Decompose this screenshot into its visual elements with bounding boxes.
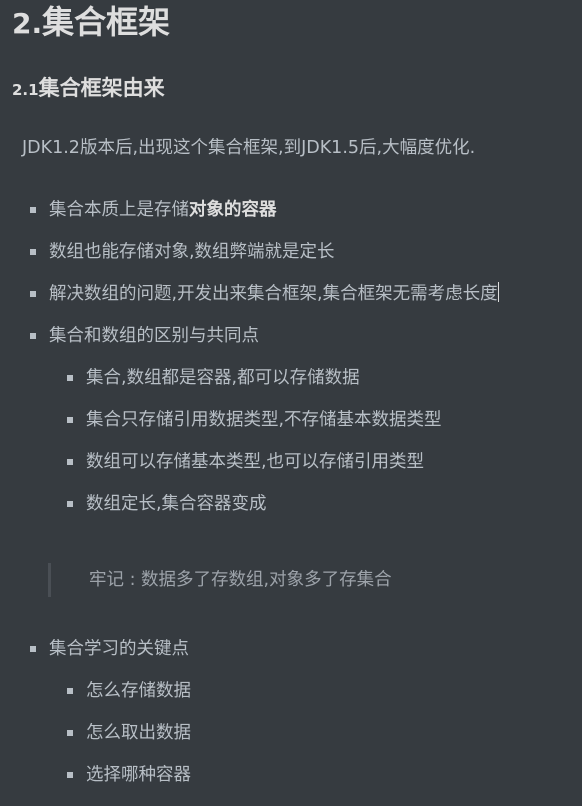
heading-2-1: 2.1集合框架由来 bbox=[12, 74, 165, 104]
sub-list-item: 选择哪种容器 bbox=[67, 762, 191, 788]
list-item-text: 集合学习的关键点 bbox=[49, 639, 189, 659]
bullet-icon bbox=[30, 249, 36, 255]
list-item: 集合和数组的区别与共同点 bbox=[30, 323, 259, 349]
sub-list-item-text: 怎么取出数据 bbox=[86, 723, 191, 743]
subheading-number: 2.1 bbox=[12, 81, 39, 99]
bullet-icon bbox=[30, 291, 36, 297]
list-item: 数组也能存储对象,数组弊端就是定长 bbox=[30, 239, 335, 265]
blockquote-bar bbox=[48, 563, 51, 597]
sub-list-item-text: 怎么存储数据 bbox=[86, 681, 191, 701]
sub-list-item-text: 数组定长,集合容器变成 bbox=[86, 494, 267, 514]
sub-list-item: 怎么存储数据 bbox=[67, 678, 191, 704]
bullet-icon bbox=[67, 501, 73, 507]
bullet-icon bbox=[30, 333, 36, 339]
bullet-icon bbox=[30, 646, 36, 652]
sub-list-item: 数组定长,集合容器变成 bbox=[67, 491, 267, 517]
sub-list-item: 数组可以存储基本类型,也可以存储引用类型 bbox=[67, 449, 425, 475]
bullet-icon bbox=[67, 688, 73, 694]
list-item-text: 解决数组的问题,开发出来集合框架,集合框架无需考虑长度 bbox=[49, 284, 498, 304]
bullet-icon bbox=[67, 417, 73, 423]
text-cursor bbox=[497, 282, 499, 302]
sub-list-item-text: 选择哪种容器 bbox=[86, 765, 191, 785]
sub-list-item-text: 集合只存储引用数据类型,不存储基本数据类型 bbox=[86, 410, 442, 430]
sub-list-item-text: 集合,数组都是容器,都可以存储数据 bbox=[86, 368, 360, 388]
heading-title: 集合框架 bbox=[42, 3, 171, 41]
heading-2: 2.集合框架 bbox=[12, 2, 170, 42]
bullet-icon bbox=[67, 730, 73, 736]
bullet-icon bbox=[67, 772, 73, 778]
list-item: 集合学习的关键点 bbox=[30, 636, 189, 662]
list-item-text: 集合本质上是存储 bbox=[49, 200, 189, 220]
bullet-icon bbox=[30, 207, 36, 213]
blockquote: 牢记 : 数据多了存数组,对象多了存集合 bbox=[89, 570, 392, 590]
sub-list-item: 集合只存储引用数据类型,不存储基本数据类型 bbox=[67, 407, 442, 433]
intro-paragraph: JDK1.2版本后,出现这个集合框架,到JDK1.5后,大幅度优化. bbox=[22, 138, 476, 158]
list-item-text: 数组也能存储对象,数组弊端就是定长 bbox=[49, 242, 335, 262]
sub-list-item: 集合,数组都是容器,都可以存储数据 bbox=[67, 365, 360, 391]
bullet-icon bbox=[67, 459, 73, 465]
subheading-title: 集合框架由来 bbox=[38, 76, 165, 100]
list-item-bold-text: 对象的容器 bbox=[189, 200, 277, 220]
list-item-text: 集合和数组的区别与共同点 bbox=[49, 326, 259, 346]
sub-list-item-text: 数组可以存储基本类型,也可以存储引用类型 bbox=[86, 452, 425, 472]
bullet-icon bbox=[67, 375, 73, 381]
heading-number: 2. bbox=[12, 7, 43, 40]
sub-list-item: 怎么取出数据 bbox=[67, 720, 191, 746]
list-item: 解决数组的问题,开发出来集合框架,集合框架无需考虑长度 bbox=[30, 281, 499, 307]
list-item: 集合本质上是存储对象的容器 bbox=[30, 197, 277, 223]
